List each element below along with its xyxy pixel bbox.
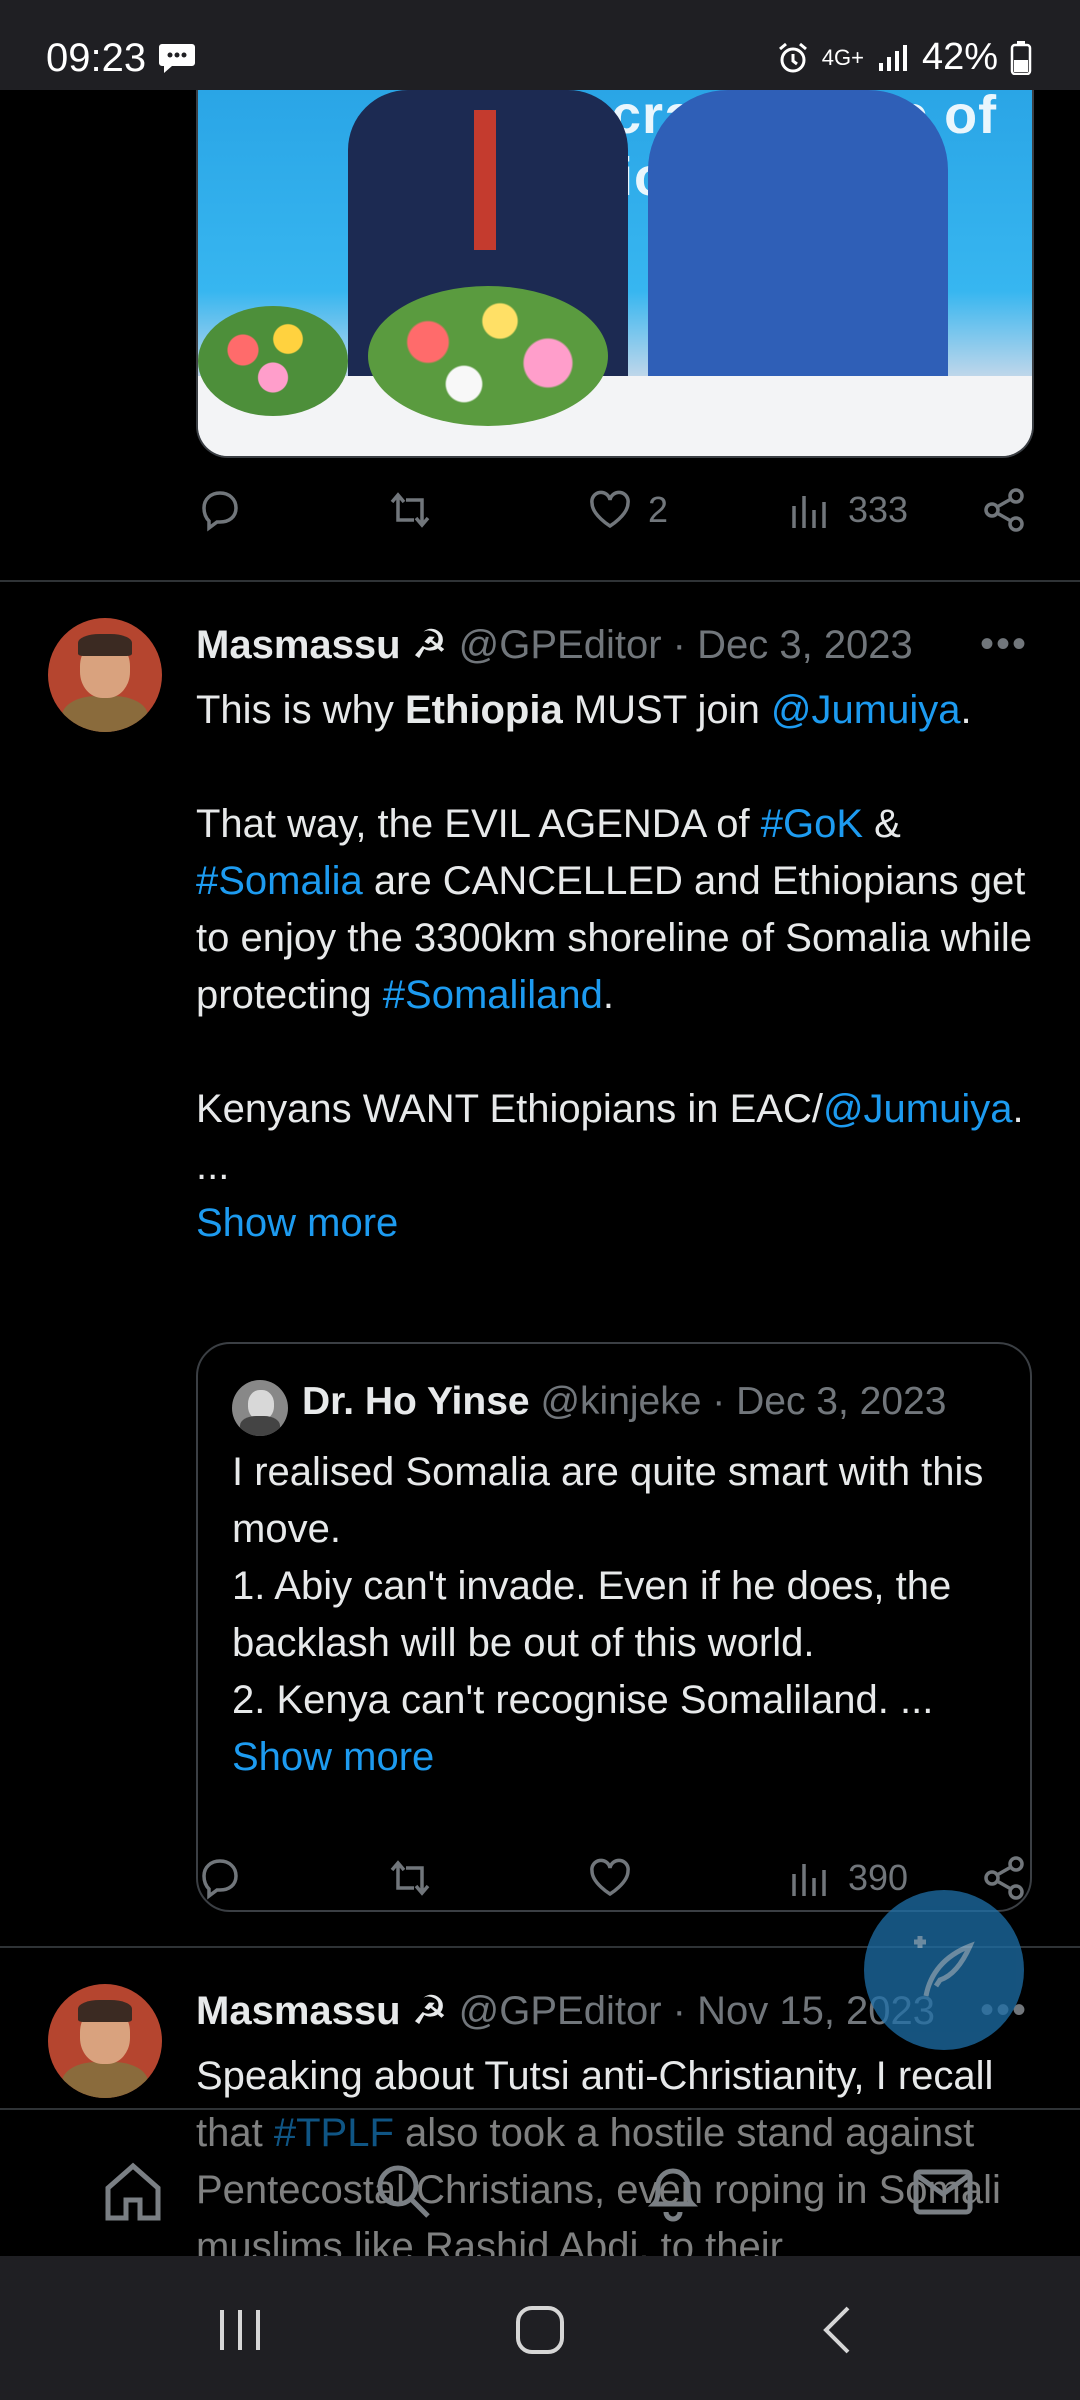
image-flowers <box>198 306 348 416</box>
home-button-icon[interactable] <box>510 2300 570 2360</box>
heart-icon <box>590 1858 630 1897</box>
network-type: 4G+ <box>821 44 864 70</box>
like-button[interactable]: 2 <box>586 486 668 534</box>
system-navigation-bar <box>0 2256 1080 2400</box>
message-notification-icon <box>159 44 195 73</box>
views-icon <box>792 496 826 528</box>
home-icon[interactable] <box>100 2158 166 2224</box>
user-handle[interactable]: @GPEditor <box>459 1989 662 2033</box>
text-segment: This is why <box>196 688 405 732</box>
view-count: 333 <box>848 489 909 530</box>
view-count: 390 <box>848 1857 909 1898</box>
text-segment: That way, the EVIL AGENDA of <box>196 802 761 846</box>
views-icon <box>792 1864 826 1896</box>
display-name[interactable]: Masmassu ☭ <box>196 1989 448 2033</box>
like-button[interactable] <box>586 1854 634 1902</box>
reply-icon <box>202 1859 238 1900</box>
hashtag-link[interactable]: #GoK <box>761 802 863 846</box>
quoted-line: I realised Somalia are quite smart with … <box>232 1450 984 1551</box>
tweet-header: Masmassu ☭ @GPEditor · Dec 3, 2023 <box>196 622 1056 668</box>
retweet-icon <box>390 492 430 528</box>
tweet-image[interactable]: mocratic R...lic of Ethiop <box>196 90 1034 458</box>
tweet-actions: 2 333 <box>196 486 1032 546</box>
text-segment: Kenyans WANT Ethiopians in EAC/ <box>196 1087 823 1131</box>
image-tie <box>474 110 496 250</box>
compose-button[interactable] <box>864 1890 1024 2050</box>
status-time: 09:23 <box>46 36 147 80</box>
recent-apps-icon[interactable] <box>210 2300 270 2360</box>
text-segment: . <box>1012 1087 1024 1131</box>
quoted-show-more-link[interactable]: Show more <box>232 1729 1012 1786</box>
ellipsis: ... <box>196 1144 230 1188</box>
quoted-display-name: Dr. Ho Yinse <box>302 1380 530 1423</box>
tweet-text[interactable]: This is why Ethiopia MUST join @Jumuiya.… <box>196 682 1036 1252</box>
share-button[interactable] <box>980 486 1028 534</box>
quoted-handle: @kinjeke <box>540 1380 702 1423</box>
quoted-text: I realised Somalia are quite smart with … <box>232 1444 1012 1786</box>
display-name[interactable]: Masmassu ☭ <box>196 623 448 667</box>
hashtag-link[interactable]: #Somalia <box>196 859 363 903</box>
hashtag-link[interactable]: #Somaliland <box>383 973 603 1017</box>
text-segment: & <box>863 802 901 846</box>
text-segment: . <box>602 973 615 1017</box>
show-more-link[interactable]: Show more <box>196 1195 1036 1252</box>
quoted-line: 1. Abiy can't invade. Even if he does, t… <box>232 1564 952 1665</box>
quoted-avatar <box>232 1380 288 1436</box>
reply-icon <box>202 491 238 532</box>
reply-button[interactable] <box>196 486 244 534</box>
share-button[interactable] <box>980 1854 1028 1902</box>
text-segment: . <box>960 688 972 732</box>
heart-icon <box>590 490 630 529</box>
text-segment: MUST join <box>562 688 771 732</box>
share-icon <box>984 1856 1024 1900</box>
compose-icon <box>914 1936 975 1997</box>
back-icon[interactable] <box>810 2300 870 2360</box>
mention-link[interactable]: @Jumuiya <box>771 688 961 732</box>
views-button[interactable]: 333 <box>786 486 908 534</box>
quoted-tweet[interactable]: Dr. Ho Yinse @kinjeke · Dec 3, 2023 I re… <box>196 1342 1032 1912</box>
separator: · <box>661 623 698 667</box>
messages-icon[interactable] <box>910 2158 976 2224</box>
quoted-header: Dr. Ho Yinse @kinjeke · Dec 3, 2023 <box>302 1380 946 1424</box>
avatar[interactable] <box>48 618 162 732</box>
tweet-date[interactable]: Dec 3, 2023 <box>697 623 913 667</box>
bottom-navigation <box>0 2108 1080 2258</box>
notifications-icon[interactable] <box>640 2158 706 2224</box>
battery-icon <box>1010 40 1032 75</box>
retweet-button[interactable] <box>386 486 434 534</box>
retweet-icon <box>390 1860 430 1896</box>
views-button[interactable]: 390 <box>786 1854 908 1902</box>
share-icon <box>984 488 1024 532</box>
retweet-button[interactable] <box>386 1854 434 1902</box>
search-icon[interactable] <box>370 2158 436 2224</box>
status-bar: 09:23 4G+ 42% <box>0 0 1080 90</box>
more-options-button[interactable]: ••• <box>980 622 1028 667</box>
image-flowers <box>368 286 608 426</box>
separator: · <box>661 1989 698 2033</box>
mention-link[interactable]: @Jumuiya <box>823 1087 1013 1131</box>
like-count: 2 <box>648 489 669 530</box>
quoted-date: Dec 3, 2023 <box>736 1380 947 1423</box>
avatar[interactable] <box>48 1984 162 2098</box>
reply-button[interactable] <box>196 1854 244 1902</box>
separator: · <box>701 1380 737 1423</box>
tweet-divider <box>0 580 1080 582</box>
alarm-icon <box>778 42 807 72</box>
battery-percent: 42% <box>921 36 998 78</box>
quoted-line: 2. Kenya can't recognise Somaliland. ... <box>232 1678 934 1722</box>
user-handle[interactable]: @GPEditor <box>459 623 662 667</box>
signal-icon <box>878 44 907 71</box>
text-bold: Ethiopia <box>404 688 563 732</box>
